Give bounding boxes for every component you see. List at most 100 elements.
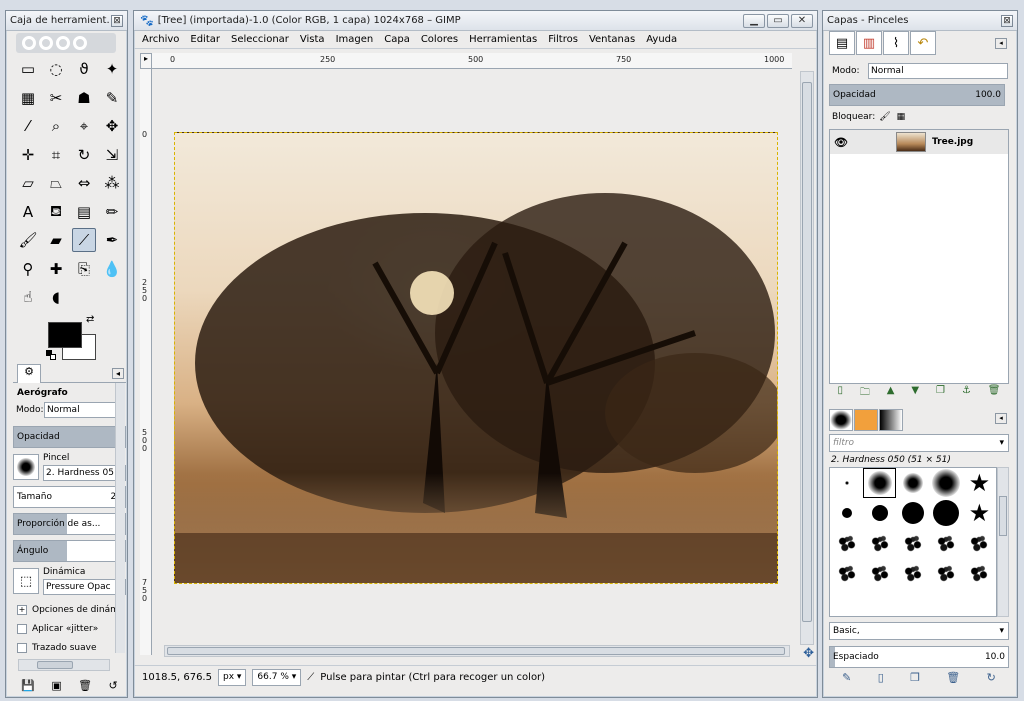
menu-capa[interactable]: Capa (384, 34, 410, 45)
brush-thumbnail[interactable] (830, 528, 863, 558)
clone-icon[interactable]: ⚲ (16, 257, 40, 281)
dock-close-button[interactable]: ⊠ (1001, 14, 1013, 27)
edit-brush-icon[interactable]: ✎ (842, 671, 851, 689)
text-icon[interactable]: A (16, 200, 40, 224)
brushes-tab-icon[interactable] (829, 409, 853, 431)
menu-seleccionar[interactable]: Seleccionar (231, 34, 289, 45)
menu-colores[interactable]: Colores (421, 34, 458, 45)
menu-imagen[interactable]: Imagen (336, 34, 374, 45)
maximize-button[interactable]: ▭ (767, 13, 789, 28)
anchor-layer-icon[interactable]: ⚓ (962, 385, 971, 401)
paths-icon[interactable]: ✎ (100, 86, 124, 110)
canvas-area[interactable] (152, 69, 798, 655)
brush-tag-select[interactable]: Basic, ▾ (829, 622, 1009, 640)
move-icon[interactable]: ✥ (100, 114, 124, 138)
restore-options-icon[interactable]: ▣ (51, 679, 61, 692)
layer-opacity-slider[interactable]: Opacidad 100.0 (829, 84, 1005, 106)
new-layer-icon[interactable]: ▯ (837, 385, 843, 401)
foreground-select-icon[interactable]: ☗ (72, 86, 96, 110)
eraser-icon[interactable]: ▰ (44, 228, 68, 252)
color-select-icon[interactable]: ▦ (16, 86, 40, 110)
menu-editar[interactable]: Editar (190, 34, 220, 45)
layer-name[interactable]: Tree.jpg (932, 137, 973, 147)
brush-thumbnail[interactable] (896, 558, 929, 588)
dynamics-field[interactable]: Pressure Opac (43, 579, 126, 595)
heal-icon[interactable]: ✚ (44, 257, 68, 281)
dynamics-options-expander[interactable]: + Opciones de dinám (13, 600, 126, 619)
new-layer-group-icon[interactable]: 🗀 (860, 385, 870, 401)
paths-tab-icon[interactable]: ⌇ (883, 31, 909, 55)
ink-icon[interactable]: ✒ (100, 228, 124, 252)
ruler-corner[interactable]: ▸ (140, 53, 152, 69)
rect-select-icon[interactable]: ▭ (16, 57, 40, 81)
vertical-scrollbar[interactable] (800, 71, 814, 645)
menu-ayuda[interactable]: Ayuda (646, 34, 677, 45)
brush-thumbnail[interactable]: ★ (963, 498, 996, 528)
cage-icon[interactable]: ⁂ (100, 171, 124, 195)
perspective-clone-icon[interactable]: ⎘ (72, 257, 96, 281)
layer-mode-select[interactable]: Normal (868, 63, 1008, 79)
brush-thumbnail[interactable] (930, 558, 963, 588)
brush-thumbnail[interactable] (896, 498, 929, 528)
brush-filter-input[interactable]: filtro ▾ (829, 434, 1009, 452)
brush-name-field[interactable]: 2. Hardness 05 (43, 465, 126, 481)
duplicate-brush-icon[interactable]: ❐ (910, 671, 920, 689)
brush-thumbnail[interactable] (963, 558, 996, 588)
close-button[interactable]: ✕ (791, 13, 813, 28)
aspect-ratio-slider[interactable]: Proporción de as... 0 (13, 513, 126, 535)
brush-thumbnail[interactable] (930, 468, 963, 498)
unit-select[interactable]: px ▾ (217, 669, 247, 686)
brush-thumbnail[interactable] (930, 528, 963, 558)
layers-tab-icon[interactable]: ▤ (829, 31, 855, 55)
menu-herramientas[interactable]: Herramientas (469, 34, 537, 45)
smooth-stroke-checkbox[interactable]: Trazado suave (13, 638, 126, 657)
blur-icon[interactable]: 💧 (100, 257, 124, 281)
swap-colors-icon[interactable]: ⇄ (86, 314, 94, 325)
new-brush-icon[interactable]: ▯ (878, 671, 884, 689)
perspective-icon[interactable]: ⏢ (44, 171, 68, 195)
toolbox-close-button[interactable]: ⊠ (111, 14, 123, 27)
menu-filtros[interactable]: Filtros (548, 34, 578, 45)
lower-layer-icon[interactable]: ▼ (911, 385, 919, 401)
undo-history-tab-icon[interactable]: ↶ (910, 31, 936, 55)
opacity-slider[interactable]: Opacidad (13, 426, 126, 448)
flip-icon[interactable]: ⇔ (72, 171, 96, 195)
brush-thumbnail[interactable] (830, 468, 863, 498)
fuzzy-select-icon[interactable]: ✦ (100, 57, 124, 81)
minimize-button[interactable]: ▁ (743, 13, 765, 28)
ellipse-select-icon[interactable]: ◌ (44, 57, 68, 81)
menu-ventanas[interactable]: Ventanas (589, 34, 635, 45)
layer-row[interactable]: 👁 Tree.jpg (830, 130, 1008, 154)
crop-icon[interactable]: ⌗ (44, 143, 68, 167)
brushes-tab-menu-icon[interactable]: ◂ (995, 413, 1007, 424)
expander-icon[interactable]: + (17, 604, 27, 615)
size-slider[interactable]: Tamaño 20 (13, 486, 126, 508)
navigate-icon[interactable]: ✥ (803, 646, 814, 661)
spacing-slider[interactable]: Espaciado 10.0 (829, 646, 1009, 668)
channels-tab-icon[interactable]: ▥ (856, 31, 882, 55)
brush-thumbnail[interactable] (863, 498, 896, 528)
brush-thumbnail[interactable] (896, 468, 929, 498)
free-select-icon[interactable]: ϑ (72, 57, 96, 81)
brush-thumbnail[interactable] (896, 528, 929, 558)
checkbox-icon[interactable] (17, 642, 27, 653)
patterns-tab-icon[interactable] (854, 409, 878, 431)
duplicate-layer-icon[interactable]: ❐ (936, 385, 945, 401)
bucket-fill-icon[interactable]: ⛾ (44, 200, 68, 224)
toolbox-titlebar[interactable]: Caja de herramient... ⊠ (6, 11, 127, 31)
chevron-down-icon[interactable]: ▾ (999, 435, 1004, 451)
tab-menu-icon[interactable]: ◂ (112, 368, 124, 379)
save-options-icon[interactable]: 💾 (21, 679, 35, 692)
lock-alpha-icon[interactable]: ▦ (897, 112, 906, 122)
brush-thumbnail[interactable] (863, 528, 896, 558)
dodge-burn-icon[interactable]: ◖ (44, 285, 68, 309)
menu-vista[interactable]: Vista (300, 34, 325, 45)
horizontal-scrollbar[interactable] (164, 645, 790, 657)
tree-image-layer[interactable] (174, 132, 778, 584)
visibility-eye-icon[interactable]: 👁 (830, 136, 852, 149)
jitter-checkbox[interactable]: Aplicar «jitter» (13, 619, 126, 638)
paintbrush-icon[interactable]: 🖌 (16, 228, 40, 252)
delete-options-icon[interactable]: 🗑 (78, 679, 92, 692)
foreground-color-swatch-top[interactable] (48, 322, 82, 348)
default-colors-icon[interactable] (46, 350, 56, 360)
